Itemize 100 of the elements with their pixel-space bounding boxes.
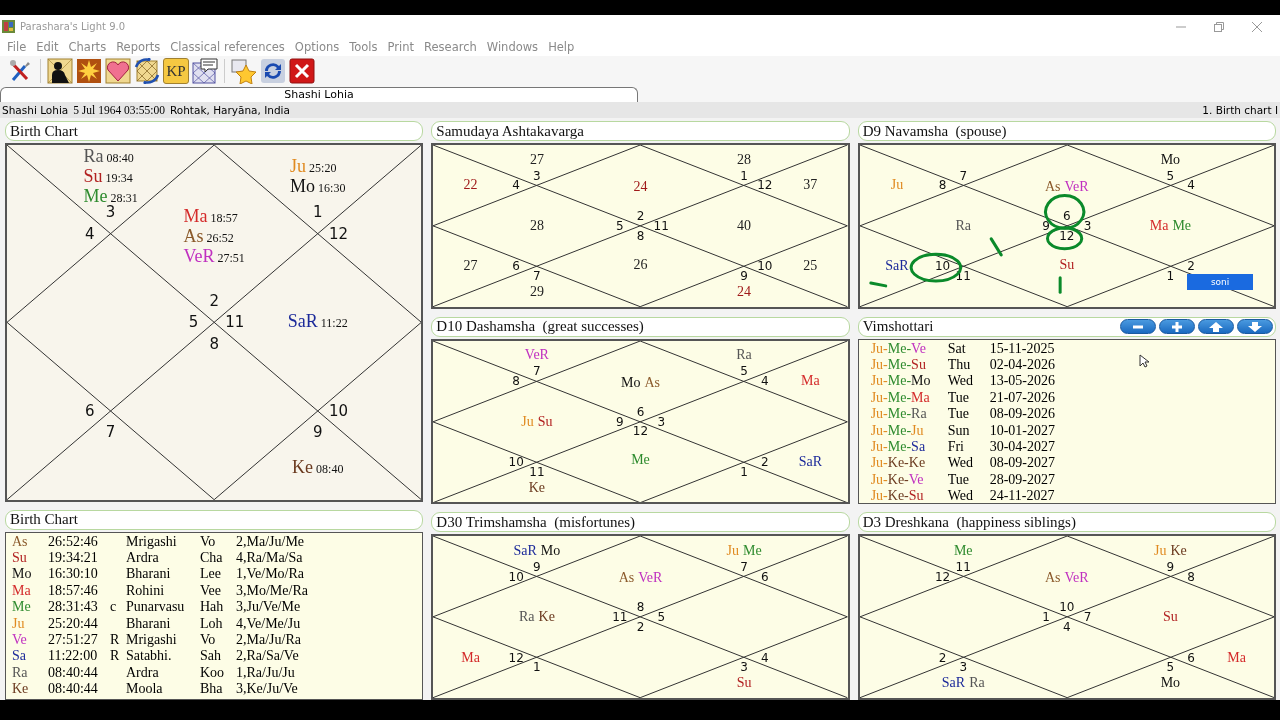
menu-item[interactable]: Help [543,40,580,54]
planet-name: Su [83,167,103,187]
house-number: 2 [636,210,645,223]
table-cell-text: Sat [947,340,967,358]
planet-name: Ra [83,147,104,167]
table-cell-text: 08-09-2026 [989,406,1056,423]
panel-title: Birth Chart [10,511,78,529]
table-cell-text: 30-04-2027 [989,439,1056,456]
menu-item[interactable]: Charts [63,40,112,54]
table-cell-text: 4,Ve/Me/Ju [236,615,302,633]
pointer-icon [1138,353,1149,368]
house-number: 8 [512,375,520,388]
table-cell-text: 28-09-2027 [989,471,1056,489]
table-cell: R [110,632,120,647]
table-cell-text: Wed [947,455,974,472]
table-cell-text: Lee [200,566,222,583]
minus-button[interactable] [1120,319,1156,335]
menu-item[interactable]: Windows [481,40,544,54]
chart-comment-icon[interactable] [192,58,218,84]
table-cell-text: 16:30:10 [48,566,99,583]
restore-icon[interactable] [1214,21,1224,32]
table-cell-text: Punarvasu [126,599,186,616]
table-cell-text: 10-01-2027 [989,422,1056,440]
up-arrow-icon [1208,320,1224,333]
bindu-count: 25 [803,259,818,274]
house-number: 9 [615,415,624,428]
table-cell-text: Mrigashi [126,533,178,551]
table-cell-text: Moola [126,681,164,698]
house-number: 8 [636,229,645,242]
window-title: Parashara's Light 9.0 [20,21,126,32]
menu-item[interactable]: Options [289,40,345,54]
dasha-period: Ju-Me-Ju [870,422,925,440]
table-cell-text: Mo [12,566,33,583]
house-number: 12 [757,179,773,192]
house-number: 9 [312,424,323,440]
table-cell-text: 3,Mo/Me/Ra [236,582,309,600]
house-number: 3 [1083,219,1092,232]
panel-title: Samudaya Ashtakavarga [436,122,584,140]
chart-tab[interactable]: Shashi Lohia [0,87,638,102]
close-icon[interactable] [289,58,315,84]
menu-item[interactable]: Tools [344,40,383,54]
house-number: 12 [508,651,524,664]
planet-name: Ju [290,157,307,177]
table-cell-text: 4,Ra/Ma/Sa [236,550,304,567]
person-icon[interactable] [47,58,73,84]
table-cell-text: Wed [947,373,974,390]
down-arrow-button[interactable] [1237,319,1273,335]
plus-button[interactable] [1159,319,1195,335]
planet-name: SaR [287,312,318,333]
menu-item[interactable]: Print [382,40,420,54]
table-cell-text: 3,Ke/Ju/Ve [236,681,299,698]
house-number: 3 [657,415,665,428]
bindu-count: 28 [737,152,752,167]
menu-item[interactable]: Edit [31,40,64,54]
house-number: 6 [760,570,769,583]
panel-title: D30 Trimshamsha (misfortunes) [436,513,636,531]
table-cell-text: 21-07-2026 [989,389,1056,407]
view-label: 1. Birth chart I [1202,104,1278,116]
table-cell-text: 1,Ra/Ju/Ju [236,664,296,682]
house-number: 5 [657,611,665,624]
planet-degree: 26:52 [206,232,234,246]
house-number: 4 [85,226,95,242]
sync-icon[interactable] [260,58,286,84]
house-number: 8 [636,601,645,614]
table-cell-text: 2,Ra/Sa/Ve [236,648,300,665]
menu-item[interactable]: File [2,40,32,54]
dasha-period: Ju-Ke-Su [870,488,925,504]
birth-datetime: 5 Jul 1964 03:55:00 [73,104,165,116]
up-arrow-button[interactable] [1198,319,1234,335]
heart-icon[interactable] [105,58,131,84]
bindu-count: 22 [463,178,478,193]
kp-button[interactable]: KP [163,58,189,84]
plus-icon [1169,320,1185,333]
menu-item[interactable]: Reports [111,40,166,54]
table-cell-text: 13-05-2026 [989,373,1056,390]
table-cell-text: Mrigashi [126,632,178,649]
house-number: 12 [328,226,348,242]
house-number: 7 [533,365,541,378]
planet-degree: 08:40 [106,152,134,166]
house-number: 5 [188,314,199,330]
house-number: 6 [1187,651,1195,664]
star-icon[interactable] [231,58,257,84]
dasha-period: Ju-Me-Ra [870,406,928,423]
menu-item[interactable]: Classical references [165,40,290,54]
table-cell-text: Tue [947,471,970,489]
table-cell-text: 27:51:27 [48,632,99,649]
house-number: 5 [740,365,748,378]
sun-icon[interactable] [76,58,102,84]
house-number: 12 [632,425,649,438]
table-cell-text: 19:34:21 [48,550,99,567]
house-number: 10 [508,455,524,468]
planet-degree: 08:40 [316,462,344,477]
rotate-chart-icon[interactable] [134,58,160,84]
house-number: 5 [1166,169,1175,182]
dasha-period: Ju-Ke-Ke [870,455,927,472]
panel-title: Birth Chart [10,122,78,140]
house-number: 1 [1166,269,1175,282]
menu-item[interactable]: Research [419,40,482,54]
house-number: 2 [209,293,219,309]
table-cell-text: Sa [12,648,27,665]
